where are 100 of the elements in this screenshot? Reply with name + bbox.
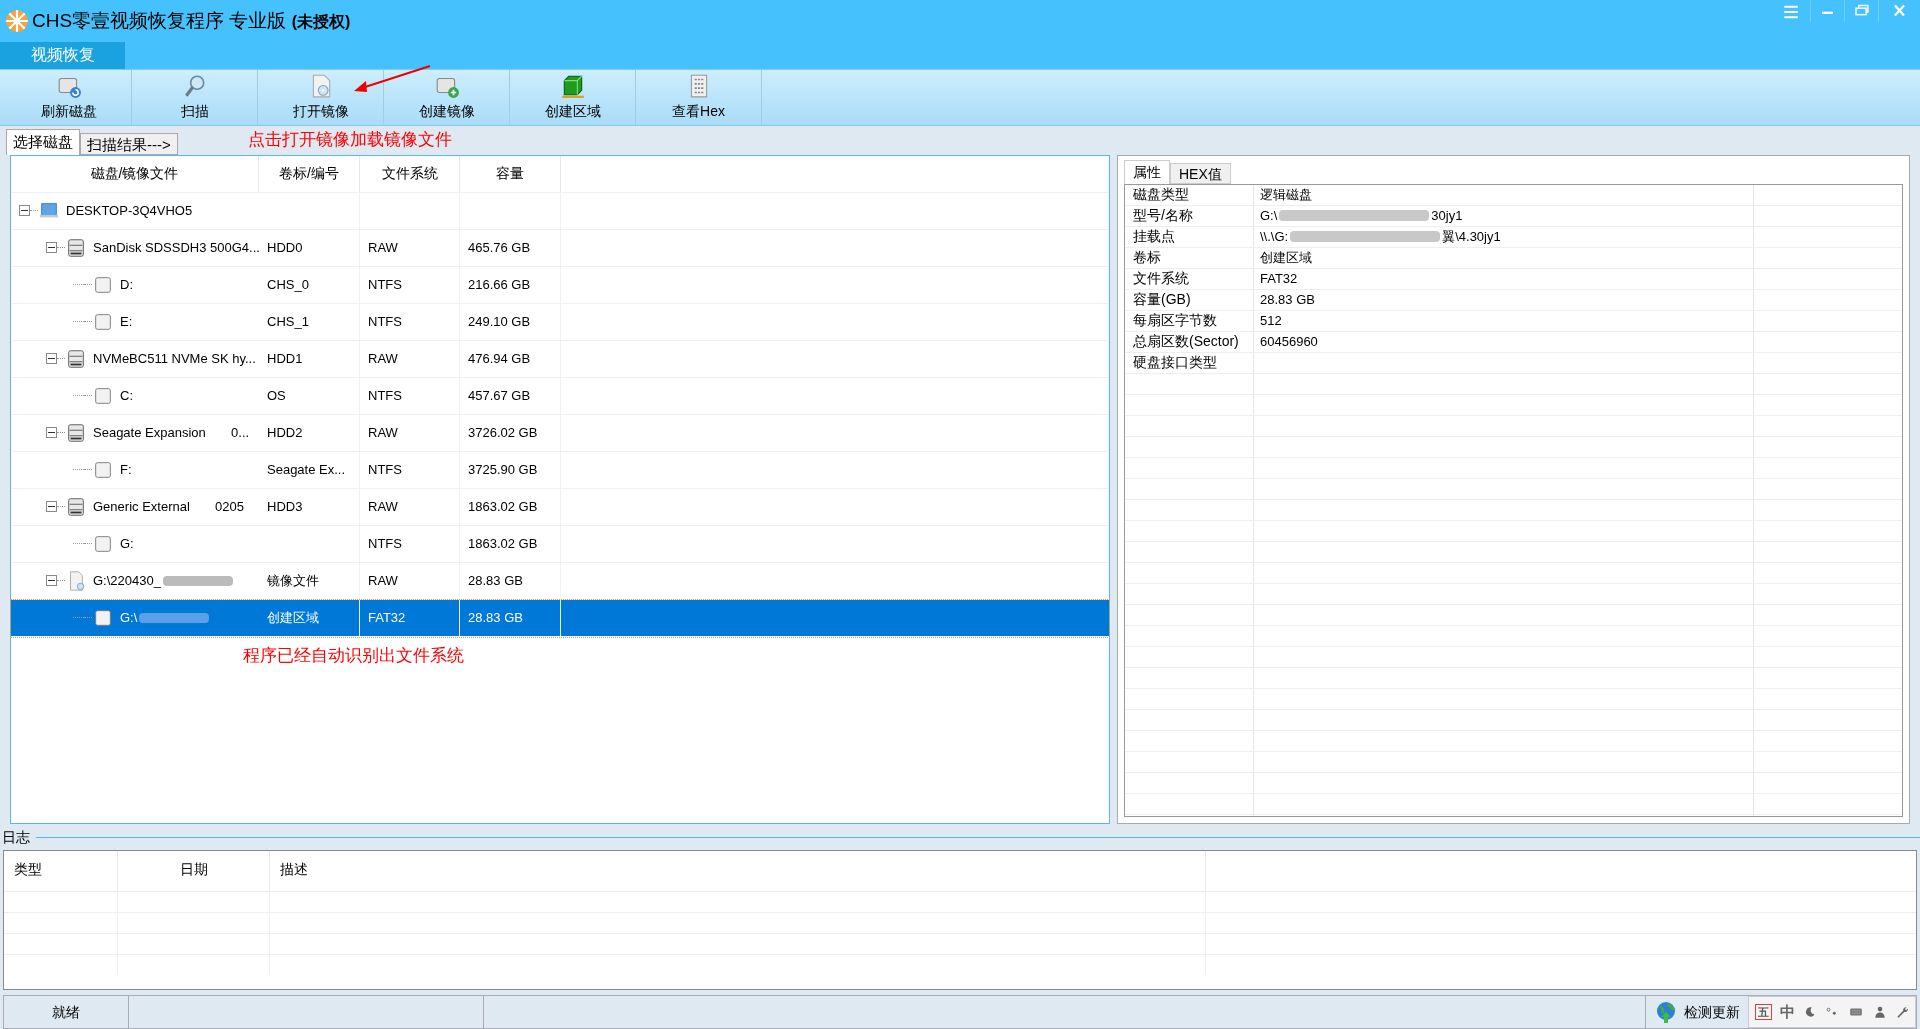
table-cell-text: NTFS	[368, 460, 402, 479]
table-cell-text: 1863.02 GB	[468, 534, 538, 553]
column-header[interactable]: 容量	[460, 155, 561, 192]
toolbar-button[interactable]: 刷新磁盘	[6, 69, 132, 125]
log-title: 日志	[1, 828, 30, 848]
table-cell-text: 1863.02 GB	[468, 497, 538, 516]
collapse-toggle-icon[interactable]	[46, 242, 57, 254]
tree-row[interactable]: Generic External 0205 HDD3 RAW 1863.02 GB	[11, 488, 1109, 526]
table-cell-text: 镜像文件	[267, 571, 319, 590]
toolbar-button[interactable]: 创建区域	[510, 69, 636, 125]
property-value: 创建区域	[1260, 248, 1312, 267]
property-tab[interactable]: 属性	[1124, 159, 1170, 184]
table-cell-text: RAW	[368, 349, 398, 368]
table-cell-text: FAT32	[368, 608, 406, 627]
property-value: FAT32	[1260, 269, 1298, 288]
table-cell-text: NTFS	[368, 275, 402, 294]
tree-row[interactable]: G: NTFS 1863.02 GB	[11, 525, 1109, 563]
table-cell-text: 28.83 GB	[468, 571, 523, 590]
collapse-toggle-icon[interactable]	[46, 575, 57, 587]
tree-row[interactable]: SanDisk SDSSDH3 500G4... HDD0 RAW 465.76 GB	[11, 229, 1109, 267]
table-cell-text: OS	[267, 386, 286, 405]
table-cell-text: CHS_0	[267, 275, 309, 294]
column-header[interactable]: 文件系统	[360, 155, 460, 192]
tree-row[interactable]: D: CHS_0 NTFS 216.66 GB	[11, 266, 1109, 304]
hard-drive-icon	[65, 421, 87, 444]
table-cell-text: RAW	[368, 238, 398, 257]
tree-row[interactable]: Seagate Expansion 0... HDD2 RAW 3726.02 GB	[11, 414, 1109, 452]
hard-drive-icon	[65, 495, 87, 518]
property-value: 翼\4.30jy1	[1442, 227, 1501, 246]
drive-name: NVMeBC511 NVMe SK hy...	[93, 349, 256, 368]
hard-drive-icon	[65, 236, 87, 259]
moon-icon[interactable]	[1803, 1005, 1817, 1020]
table-cell-text: HDD3	[267, 497, 303, 516]
drive-name: Generic External 0205	[93, 497, 245, 516]
property-name: 容量(GB)	[1133, 290, 1191, 310]
table-cell-text: RAW	[368, 423, 398, 442]
app-logo-icon	[4, 7, 30, 34]
tree-row[interactable]: C: OS NTFS 457.67 GB	[11, 377, 1109, 415]
table-cell-text: NTFS	[368, 534, 402, 553]
status-text: 就绪	[52, 1002, 80, 1022]
table-cell-text: RAW	[368, 497, 398, 516]
property-name: 文件系统	[1133, 269, 1189, 289]
wrench-icon[interactable]	[1895, 1005, 1909, 1020]
person-icon[interactable]	[1873, 1005, 1887, 1020]
toolbar-button[interactable]: 扫描	[132, 69, 258, 125]
drive-name: G:\	[120, 608, 138, 627]
hard-drive-icon	[65, 347, 87, 370]
collapse-toggle-icon[interactable]	[46, 501, 57, 513]
ime-button[interactable]: 五	[1755, 1004, 1772, 1021]
property-value: G:\	[1260, 206, 1278, 225]
table-cell-text: HDD0	[267, 238, 303, 257]
drive-name: Seagate Expansion 0...	[93, 423, 250, 442]
property-name: 硬盘接口类型	[1133, 353, 1217, 373]
drive-name: E:	[120, 312, 133, 331]
property-value: 30jy1	[1431, 206, 1463, 225]
blurred-text	[139, 612, 210, 623]
table-cell-text: RAW	[368, 571, 398, 590]
drive-name: G:	[120, 534, 134, 553]
tree-row[interactable]: G:\ 创建区域 FAT32 28.83 GB	[11, 599, 1109, 637]
drive-name: SanDisk SDSSDH3 500G4...	[93, 238, 259, 257]
tree-row[interactable]: DESKTOP-3Q4VHO5	[11, 192, 1109, 230]
column-header[interactable]: 日期	[118, 850, 270, 891]
column-header[interactable]: 类型	[4, 850, 118, 891]
collapse-toggle-icon[interactable]	[46, 427, 57, 439]
column-header[interactable]: 卷标/编号	[259, 155, 360, 192]
drive-name: DESKTOP-3Q4VHO5	[66, 201, 193, 220]
table-cell-text: 457.67 GB	[468, 386, 531, 405]
drive-name: G:\220430_	[93, 571, 161, 590]
property-name: 挂载点	[1133, 227, 1175, 247]
toolbar-button[interactable]: 查看Hex	[636, 69, 762, 125]
drive-name: D:	[120, 275, 133, 294]
tree-row[interactable]: F: Seagate Ex... NTFS 3725.90 GB	[11, 451, 1109, 489]
tree-row[interactable]: E: CHS_1 NTFS 249.10 GB	[11, 303, 1109, 341]
ime-button[interactable]: 中	[1780, 1000, 1795, 1024]
table-cell-text: 216.66 GB	[468, 275, 531, 294]
property-value: 512	[1260, 311, 1282, 330]
tree-row[interactable]: NVMeBC511 NVMe SK hy... HDD1 RAW 476.94 GB	[11, 340, 1109, 378]
view-tab[interactable]: 扫描结果--->	[80, 132, 178, 155]
property-tab[interactable]: HEX值	[1170, 162, 1231, 184]
table-cell-text: 249.10 GB	[468, 312, 531, 331]
annotation-text: 点击打开镜像加载镜像文件	[247, 129, 452, 152]
window-title: CHS零壹视频恢复程序 专业版 (未授权)	[32, 8, 351, 33]
table-cell-text: 476.94 GB	[468, 349, 531, 368]
collapse-toggle-icon[interactable]	[19, 205, 30, 217]
drive-name: C:	[120, 386, 133, 405]
column-header[interactable]: 磁盘/镜像文件	[11, 155, 259, 192]
property-name: 每扇区字节数	[1133, 311, 1217, 331]
property-name: 总扇区数(Sector)	[1133, 332, 1239, 352]
check-update-button[interactable]: 检测更新	[1645, 996, 1748, 1028]
collapse-toggle-icon[interactable]	[46, 353, 57, 365]
property-value: \\.\G:	[1260, 227, 1289, 246]
table-cell-text: Seagate Ex...	[267, 460, 346, 479]
drive-name: F:	[120, 460, 132, 479]
property-value: 60456960	[1260, 332, 1318, 351]
table-cell-text: 28.83 GB	[468, 608, 523, 627]
toolbar-button[interactable]: 创建镜像	[384, 69, 510, 125]
table-cell-text: NTFS	[368, 386, 402, 405]
table-cell-text: 465.76 GB	[468, 238, 531, 257]
view-tab[interactable]: 选择磁盘	[6, 128, 80, 155]
column-header[interactable]: 描述	[270, 850, 1206, 891]
